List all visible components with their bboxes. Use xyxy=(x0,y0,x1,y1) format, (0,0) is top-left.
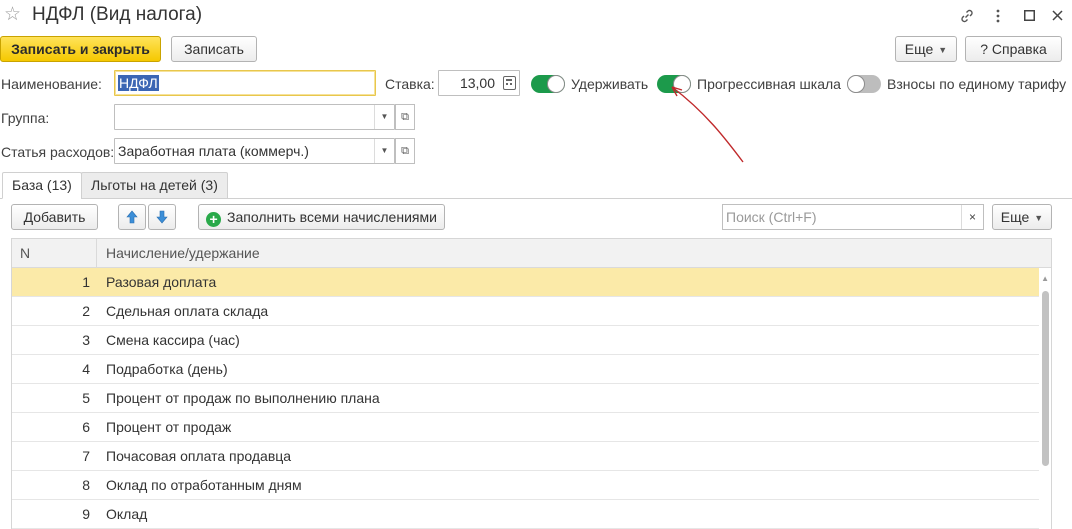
name-field[interactable]: НДФЛ xyxy=(114,70,376,96)
accruals-table: N Начисление/удержание 1 Разовая доплата 2… xyxy=(11,238,1052,529)
row-accrual-name: Сдельная оплата склада xyxy=(106,303,269,319)
rate-label: Ставка: xyxy=(385,76,435,92)
search-box: × xyxy=(722,204,984,230)
scroll-up-icon[interactable]: ▲ xyxy=(1041,274,1049,283)
table-row[interactable]: 8 Оклад по отработанным дням xyxy=(12,471,1039,500)
help-button[interactable]: ? Справка xyxy=(965,36,1062,62)
row-accrual-name: Оклад xyxy=(106,506,148,522)
table-more-label: Еще xyxy=(1000,209,1030,225)
withhold-toggle-label: Удерживать xyxy=(571,76,649,92)
arrow-down-icon xyxy=(156,210,168,224)
chevron-down-icon[interactable]: ▼ xyxy=(374,139,394,163)
arrow-up-icon xyxy=(126,210,138,224)
row-accrual-name: Процент от продаж xyxy=(106,419,232,435)
open-icon[interactable]: ⧉ xyxy=(395,104,415,130)
move-down-button[interactable] xyxy=(148,204,176,230)
row-accrual-name: Подработка (день) xyxy=(106,361,228,377)
column-header-n[interactable]: N xyxy=(20,245,30,261)
expense-field[interactable]: Заработная плата (коммерч.) ▼ xyxy=(114,138,395,164)
search-input[interactable] xyxy=(723,205,961,229)
chevron-down-icon: ▼ xyxy=(938,45,948,55)
help-icon: ? xyxy=(980,41,988,57)
withhold-toggle[interactable] xyxy=(531,75,565,93)
move-up-button[interactable] xyxy=(118,204,146,230)
table-row[interactable]: 5 Процент от продаж по выполнению плана xyxy=(12,384,1039,413)
window-title: НДФЛ (Вид налога) xyxy=(32,4,203,25)
title-bar: ☆ НДФЛ (Вид налога) xyxy=(0,0,1072,32)
rate-field-value: 13,00 xyxy=(459,75,495,91)
close-icon[interactable] xyxy=(1044,4,1070,28)
chevron-down-icon: ▼ xyxy=(1034,213,1044,223)
row-accrual-name: Почасовая оплата продавца xyxy=(106,448,292,464)
help-button-label: Справка xyxy=(991,41,1047,57)
maximize-icon[interactable] xyxy=(1016,4,1042,28)
table-row[interactable]: 3 Смена кассира (час) xyxy=(12,326,1039,355)
column-header-accrual[interactable]: Начисление/удержание xyxy=(106,245,260,261)
group-label: Группа: xyxy=(1,110,50,126)
row-number: 4 xyxy=(82,361,90,377)
unified-tariff-toggle-label: Взносы по единому тарифу xyxy=(887,76,1067,92)
star-icon[interactable]: ☆ xyxy=(4,5,21,25)
table-row[interactable]: 7 Почасовая оплата продавца xyxy=(12,442,1039,471)
row-number: 7 xyxy=(82,448,90,464)
table-row[interactable]: 1 Разовая доплата xyxy=(12,268,1039,297)
table-row[interactable]: 9 Оклад xyxy=(12,500,1039,529)
table-row[interactable]: 2 Сдельная оплата склада xyxy=(12,297,1039,326)
scrollbar-thumb[interactable] xyxy=(1042,291,1049,466)
expense-label: Статья расходов: xyxy=(1,144,115,160)
table-more-button[interactable]: Еще ▼ xyxy=(992,204,1052,230)
row-accrual-name: Смена кассира (час) xyxy=(106,332,240,348)
more-vertical-icon[interactable] xyxy=(985,4,1011,28)
calculator-icon[interactable] xyxy=(503,76,516,90)
fill-all-accruals-button[interactable]: + Заполнить всеми начислениями xyxy=(198,204,445,230)
table-row[interactable]: 6 Процент от продаж xyxy=(12,413,1039,442)
row-number: 9 xyxy=(82,506,90,522)
row-number: 2 xyxy=(82,303,90,319)
progressive-scale-toggle[interactable] xyxy=(657,75,691,93)
row-number: 3 xyxy=(82,332,90,348)
save-button[interactable]: Записать xyxy=(171,36,257,62)
toggle-knob xyxy=(847,75,865,93)
scrollbar[interactable]: ▲ xyxy=(1039,268,1051,529)
tab-base[interactable]: База (13) xyxy=(2,172,82,199)
more-button-label: Еще xyxy=(904,41,934,57)
table-header: N Начисление/удержание xyxy=(12,239,1051,268)
toggle-knob xyxy=(673,75,691,93)
unified-tariff-toggle[interactable] xyxy=(847,75,881,93)
row-number: 6 xyxy=(82,419,90,435)
rate-field[interactable]: 13,00 xyxy=(438,70,520,96)
group-field[interactable]: ▼ xyxy=(114,104,395,130)
open-icon[interactable]: ⧉ xyxy=(395,138,415,164)
name-field-value: НДФЛ xyxy=(118,75,159,91)
table-row[interactable]: 4 Подработка (день) xyxy=(12,355,1039,384)
row-accrual-name: Разовая доплата xyxy=(106,274,217,290)
chevron-down-icon[interactable]: ▼ xyxy=(374,105,394,129)
link-icon[interactable] xyxy=(954,4,980,28)
clear-icon[interactable]: × xyxy=(961,205,983,229)
row-number: 8 xyxy=(82,477,90,493)
row-accrual-name: Процент от продаж по выполнению плана xyxy=(106,390,380,406)
column-divider[interactable] xyxy=(96,239,97,268)
progressive-scale-toggle-label: Прогрессивная шкала xyxy=(697,76,841,92)
expense-field-value: Заработная плата (коммерч.) xyxy=(118,143,309,159)
row-number: 1 xyxy=(82,274,90,290)
row-accrual-name: Оклад по отработанным дням xyxy=(106,477,302,493)
tab-child-benefits[interactable]: Льготы на детей (3) xyxy=(81,172,228,199)
save-and-close-button[interactable]: Записать и закрыть xyxy=(0,36,161,62)
table-body: 1 Разовая доплата 2 Сдельная оплата склада 3… xyxy=(12,268,1039,529)
toggle-knob xyxy=(547,75,565,93)
fill-all-accruals-label: Заполнить всеми начислениями xyxy=(227,209,437,225)
add-button[interactable]: Добавить xyxy=(11,204,98,230)
row-number: 5 xyxy=(82,390,90,406)
name-label: Наименование: xyxy=(1,76,102,92)
more-button[interactable]: Еще ▼ xyxy=(895,36,957,62)
plus-circle-icon: + xyxy=(206,212,222,227)
